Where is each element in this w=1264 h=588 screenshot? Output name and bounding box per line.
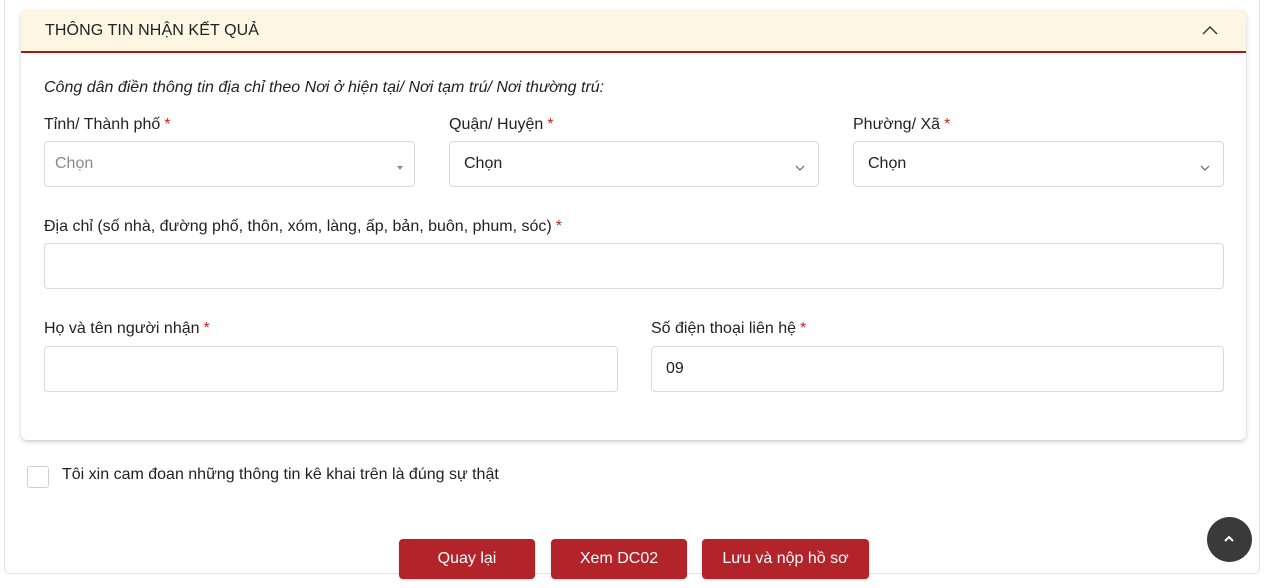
recipient-name-label: Họ và tên người nhận *: [44, 320, 210, 338]
province-label: Tỉnh/ Thành phố *: [44, 116, 170, 134]
phone-label-text: Số điện thoại liên hệ: [651, 320, 796, 337]
district-label: Quận/ Huyện *: [449, 116, 554, 134]
ward-label: Phường/ Xã *: [853, 116, 950, 134]
required-mark: *: [164, 116, 171, 133]
phone-label: Số điện thoại liên hệ *: [651, 320, 806, 338]
save-submit-button[interactable]: Lưu và nộp hồ sơ: [702, 539, 869, 579]
province-select-value: Chọn: [55, 155, 94, 172]
province-label-text: Tỉnh/ Thành phố: [44, 116, 161, 133]
district-select-value: Chọn: [464, 155, 503, 172]
required-mark: *: [203, 320, 210, 337]
district-select[interactable]: Chọn: [449, 141, 819, 187]
ward-select[interactable]: Chọn: [853, 141, 1224, 187]
chevron-up-icon: [1224, 535, 1234, 542]
chevron-down-icon: [794, 160, 806, 171]
phone-input-value: 09: [666, 360, 684, 377]
agreement-label[interactable]: Tôi xin cam đoan những thông tin kê khai…: [62, 466, 499, 484]
required-mark: *: [555, 218, 562, 235]
section-title: THÔNG TIN NHẬN KẾT QUẢ: [45, 22, 260, 39]
scroll-to-top-button[interactable]: [1207, 517, 1252, 562]
address-input[interactable]: [44, 243, 1224, 289]
recipient-name-input[interactable]: [44, 346, 618, 392]
required-mark: *: [800, 320, 807, 337]
chevron-up-icon[interactable]: [1198, 20, 1222, 42]
recipient-name-label-text: Họ và tên người nhận: [44, 320, 200, 337]
preview-dc02-button[interactable]: Xem DC02: [551, 539, 687, 579]
phone-input[interactable]: 09: [651, 346, 1224, 392]
back-button[interactable]: Quay lại: [399, 539, 535, 579]
ward-label-text: Phường/ Xã: [853, 116, 941, 133]
required-mark: *: [547, 116, 554, 133]
agreement-checkbox[interactable]: [27, 466, 49, 488]
ward-select-value: Chọn: [868, 155, 907, 172]
address-label-text: Địa chỉ (số nhà, đường phố, thôn, xóm, l…: [44, 218, 552, 235]
district-label-text: Quận/ Huyện: [449, 116, 544, 133]
province-select[interactable]: Chọn: [44, 141, 415, 187]
section-header[interactable]: THÔNG TIN NHẬN KẾT QUẢ: [21, 10, 1246, 53]
required-mark: *: [944, 116, 951, 133]
address-hint: Công dân điền thông tin địa chỉ theo Nơi…: [44, 79, 605, 96]
chevron-down-icon: [1199, 160, 1211, 171]
caret-down-icon: [394, 160, 406, 170]
address-label: Địa chỉ (số nhà, đường phố, thôn, xóm, l…: [44, 218, 562, 236]
